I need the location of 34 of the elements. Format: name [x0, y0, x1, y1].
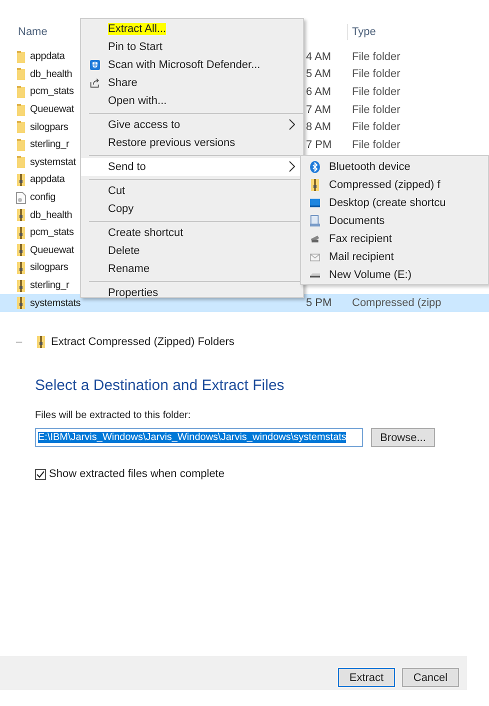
window-title: Extract Compressed (Zipped) Folders [51, 336, 234, 348]
date-modified: 8 AM [306, 121, 332, 134]
checkbox-label: Show extracted files when complete [49, 468, 224, 480]
file-type: File folder [352, 68, 400, 80]
file-type: Compressed (zipp [352, 297, 442, 310]
file-name: silogpars [30, 262, 68, 274]
file-type: File folder [352, 86, 400, 98]
highlighted-text: Extract All... [108, 23, 166, 35]
file-name: appdata [30, 174, 65, 186]
file-name: config [30, 192, 56, 204]
file-name: db_health [30, 210, 72, 221]
file-type: File folder [352, 50, 400, 63]
file-name: sterling_r [30, 280, 70, 292]
file-name: pcm_stats [30, 227, 74, 238]
file-name: db_health [30, 68, 72, 80]
file-name: sterling_r [30, 139, 70, 150]
date-modified: 6 AM [306, 86, 332, 98]
date-modified: 4 AM [306, 50, 332, 63]
dialog-heading: Select a Destination and Extract Files [35, 376, 286, 396]
file-name: appdata [30, 51, 65, 62]
file-name: Queuewat [30, 104, 74, 116]
date-modified: 5 AM [306, 68, 332, 80]
file-type: File folder [352, 104, 400, 116]
file-name: systemstats [30, 298, 81, 309]
file-name: silogpars [30, 122, 68, 133]
file-type: File folder [352, 121, 400, 134]
field-label: Files will be extracted to this folder: [35, 409, 192, 423]
file-name: systemstat [30, 156, 76, 168]
date-modified: 5 PM [306, 297, 332, 310]
file-type: File folder [352, 138, 400, 151]
file-name: Queuewat [30, 244, 74, 256]
date-modified: 7 AM [306, 104, 332, 116]
file-name: pcm_stats [30, 86, 74, 98]
date-modified: 7 PM [306, 138, 332, 151]
